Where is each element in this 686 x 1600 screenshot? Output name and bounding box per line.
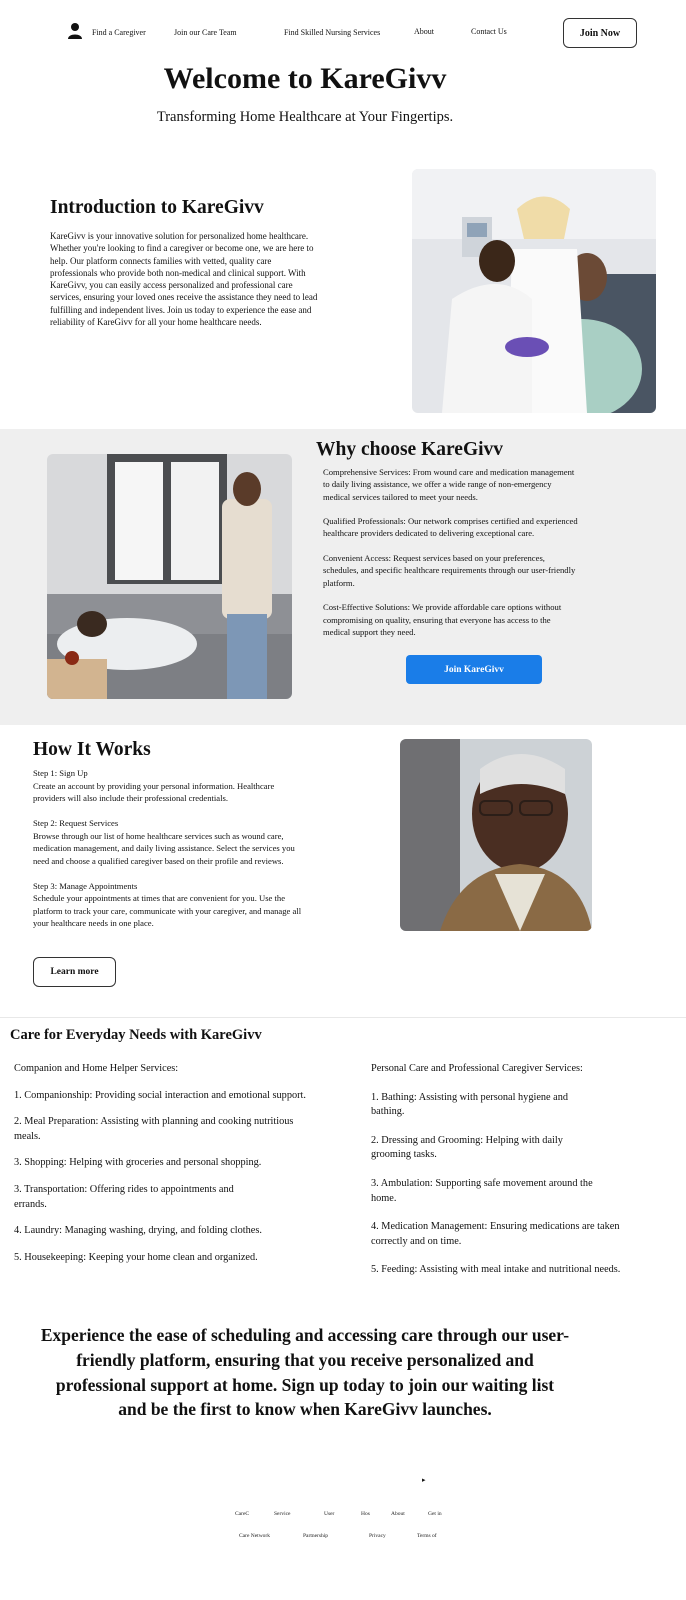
caregivers-patient-photo	[412, 169, 656, 413]
how-steps: Step 1: Sign Up Create an account by pro…	[33, 767, 305, 942]
intro-title: Introduction to KareGivv	[50, 197, 264, 218]
footer-link[interactable]: About	[391, 1511, 405, 1517]
elderly-man-photo	[400, 739, 592, 931]
cta-text: Experience the ease of scheduling and ac…	[40, 1325, 570, 1420]
everyday-title: Care for Everyday Needs with KareGivv	[10, 1027, 262, 1043]
list-item: 3. Ambulation: Supporting safe movement …	[371, 1177, 593, 1204]
nav-link-skilled-nursing[interactable]: Find Skilled Nursing Services	[284, 28, 380, 37]
learn-more-button[interactable]: Learn more	[33, 957, 116, 987]
why-item: Qualified Professionals: Our network com…	[323, 516, 578, 539]
how-step: Step 2: Request Services Browse through …	[33, 817, 305, 867]
nav-link-find-caregiver[interactable]: Find a Caregiver	[92, 28, 146, 37]
how-step: Step 1: Sign Up Create an account by pro…	[33, 767, 305, 805]
nav-link-about[interactable]: About	[414, 27, 434, 36]
list-item: 3. Transportation: Offering rides to app…	[14, 1183, 234, 1210]
footer-link[interactable]: Hos	[361, 1511, 370, 1517]
why-item: Convenient Access: Request services base…	[323, 553, 576, 588]
step-text: Create an account by providing your pers…	[33, 780, 275, 804]
how-step: Step 3: Manage Appointments Schedule you…	[33, 880, 305, 930]
list-item: 3. Shopping: Helping with groceries and …	[14, 1157, 262, 1169]
footer-link[interactable]: Partnership	[303, 1533, 328, 1539]
footer-link[interactable]: Get in	[428, 1511, 442, 1517]
footer-link[interactable]: Service	[274, 1511, 291, 1517]
list-item: 2. Meal Preparation: Assisting with plan…	[14, 1116, 294, 1142]
how-title: How It Works	[33, 739, 151, 760]
step-heading: Step 3: Manage Appointments	[33, 880, 138, 891]
list-item: 1. Companionship: Providing social inter…	[14, 1089, 306, 1101]
why-title: Why choose KareGivv	[316, 439, 504, 460]
nav-link-join-care-team[interactable]: Join our Care Team	[174, 28, 237, 37]
nav-link-contact[interactable]: Contact Us	[471, 27, 507, 36]
why-item: Cost-Effective Solutions: We provide aff…	[323, 602, 562, 637]
step-heading: Step 1: Sign Up	[33, 768, 88, 778]
list-item: 4. Laundry: Managing washing, drying, an…	[14, 1225, 262, 1237]
list-item: 5. Housekeeping: Keeping your home clean…	[14, 1251, 258, 1263]
companion-services-column: Companion and Home Helper Services: 1. C…	[14, 1062, 309, 1277]
play-icon[interactable]: ▸	[422, 1476, 426, 1484]
footer-link[interactable]: Care Network	[239, 1533, 270, 1539]
join-now-button[interactable]: Join Now	[563, 18, 637, 48]
footer-link[interactable]: Privacy	[369, 1533, 386, 1539]
hero-subtitle: Transforming Home Healthcare at Your Fin…	[156, 109, 454, 125]
step-heading: Step 2: Request Services	[33, 818, 119, 828]
top-nav: Find a Caregiver Join our Care Team Find…	[0, 0, 686, 62]
join-karegivv-button[interactable]: Join KareGivv	[406, 655, 542, 684]
footer-link[interactable]: Terms of	[417, 1533, 437, 1539]
list-item: 4. Medication Management: Ensuring medic…	[371, 1221, 620, 1247]
home-care-couch-photo	[47, 454, 292, 699]
list-item: 1. Bathing: Assisting with personal hygi…	[371, 1091, 569, 1118]
section-divider	[0, 1017, 686, 1018]
hero-title: Welcome to KareGivv	[163, 62, 447, 95]
step-text: Browse through our list of home healthca…	[33, 830, 295, 866]
column-heading: Companion and Home Helper Services:	[14, 1063, 179, 1074]
footer-link[interactable]: CareC	[235, 1511, 249, 1517]
user-icon[interactable]	[67, 22, 83, 40]
footer-link[interactable]: User	[324, 1511, 334, 1517]
column-heading: Personal Care and Professional Caregiver…	[371, 1063, 583, 1074]
list-item: 2. Dressing and Grooming: Helping with d…	[371, 1134, 563, 1161]
personal-care-column: Personal Care and Professional Caregiver…	[371, 1062, 627, 1292]
intro-body: KareGivv is your innovative solution for…	[50, 231, 318, 328]
why-list: Comprehensive Services: From wound care …	[323, 466, 578, 650]
why-item: Comprehensive Services: From wound care …	[323, 467, 575, 502]
step-text: Schedule your appointments at times that…	[33, 893, 302, 928]
list-item: 5. Feeding: Assisting with meal intake a…	[371, 1264, 621, 1276]
